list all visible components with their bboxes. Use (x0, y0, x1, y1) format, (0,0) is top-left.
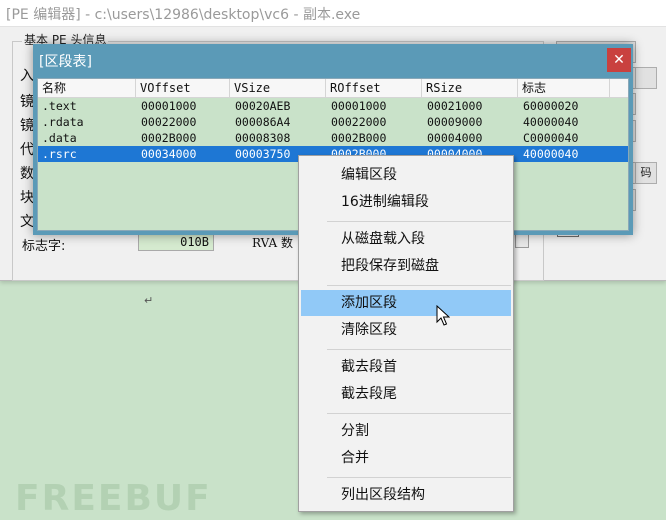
field-label-code: 代 (20, 142, 34, 158)
menu-item-merge[interactable]: 合并 (301, 445, 511, 471)
side-right-button-2[interactable]: 码 (635, 162, 657, 184)
freebuf-watermark: FREEBUF (15, 478, 212, 519)
field-label-data: 数 (20, 166, 34, 182)
cell-voffset: 00034000 (141, 147, 197, 161)
cell-vsize: 00003750 (235, 147, 291, 161)
menu-item-load-section-from-disk[interactable]: 从磁盘载入段 (301, 226, 511, 252)
section-list-header: 名称 VOffset VSize ROffset RSize 标志 (38, 79, 628, 98)
column-header-roffset[interactable]: ROffset (326, 79, 422, 97)
rva-browse-button[interactable] (515, 234, 529, 248)
menu-item-save-section-to-disk[interactable]: 把段保存到磁盘 (301, 253, 511, 279)
field-label-block: 块 (20, 190, 34, 206)
field-label-entry: 入 (20, 68, 34, 84)
side-right-button-1[interactable] (635, 67, 657, 89)
menu-item-list-section-structure[interactable]: 列出区段结构 (301, 482, 511, 508)
dialog-title: [区段表] (39, 54, 92, 70)
paragraph-mark: ↵ (144, 294, 154, 307)
cell-name: .data (42, 131, 77, 145)
cell-flags: 40000040 (523, 147, 579, 161)
column-header-flags[interactable]: 标志 (518, 79, 610, 97)
close-icon[interactable]: ✕ (607, 48, 631, 72)
menu-separator (327, 349, 511, 350)
cell-roffset: 0002B000 (331, 131, 387, 145)
pe-editor-titlebar: [PE 编辑器] - c:\users\12986\desktop\vc6 - … (0, 0, 666, 27)
column-header-voffset[interactable]: VOffset (136, 79, 230, 97)
cell-voffset: 0002B000 (141, 131, 197, 145)
cell-roffset: 00022000 (331, 115, 387, 129)
menu-separator (327, 413, 511, 414)
cell-vsize: 00020AEB (235, 99, 291, 113)
menu-item-hex-edit-section[interactable]: 16进制编辑段 (301, 189, 511, 215)
table-row[interactable]: .data 0002B000 00008308 0002B000 0000400… (38, 130, 628, 146)
cell-flags: 40000040 (523, 115, 579, 129)
table-row[interactable]: .text 00001000 00020AEB 00001000 0002100… (38, 98, 628, 114)
field-label-file: 文 (20, 214, 34, 230)
pe-editor-title: [PE 编辑器] - c:\users\12986\desktop\vc6 - … (6, 7, 361, 23)
column-header-vsize[interactable]: VSize (230, 79, 326, 97)
menu-item-split[interactable]: 分割 (301, 418, 511, 444)
menu-separator (327, 221, 511, 222)
cell-voffset: 00022000 (141, 115, 197, 129)
menu-item-clear-section[interactable]: 清除区段 (301, 317, 511, 343)
cell-roffset: 00001000 (331, 99, 387, 113)
cell-flags: 60000020 (523, 99, 579, 113)
cell-rsize: 00021000 (427, 99, 483, 113)
section-context-menu: 编辑区段 16进制编辑段 从磁盘载入段 把段保存到磁盘 添加区段 清除区段 截去… (298, 155, 514, 512)
cell-name: .rdata (42, 115, 84, 129)
cell-name: .text (42, 99, 77, 113)
menu-separator (327, 477, 511, 478)
cell-rsize: 00004000 (427, 131, 483, 145)
cell-voffset: 00001000 (141, 99, 197, 113)
menu-separator (327, 285, 511, 286)
menu-item-edit-section[interactable]: 编辑区段 (301, 162, 511, 188)
field-label-image-base: 镜 (20, 94, 34, 110)
cell-name: .rsrc (42, 147, 77, 161)
mouse-cursor-icon (436, 305, 450, 326)
cell-flags: C0000040 (523, 131, 579, 145)
menu-item-truncate-section-head[interactable]: 截去段首 (301, 354, 511, 380)
menu-item-add-section[interactable]: 添加区段 (301, 290, 511, 316)
menu-item-truncate-section-tail[interactable]: 截去段尾 (301, 381, 511, 407)
flag-label: 标志字: (22, 239, 66, 254)
cell-vsize: 000086A4 (235, 115, 291, 129)
table-row[interactable]: .rdata 00022000 000086A4 00022000 000090… (38, 114, 628, 130)
column-header-rsize[interactable]: RSize (422, 79, 518, 97)
cell-vsize: 00008308 (235, 131, 291, 145)
field-label-image-size: 镜 (20, 118, 34, 134)
rva-label: RVA 数 (252, 236, 293, 250)
cell-rsize: 00009000 (427, 115, 483, 129)
column-header-name[interactable]: 名称 (38, 79, 136, 97)
